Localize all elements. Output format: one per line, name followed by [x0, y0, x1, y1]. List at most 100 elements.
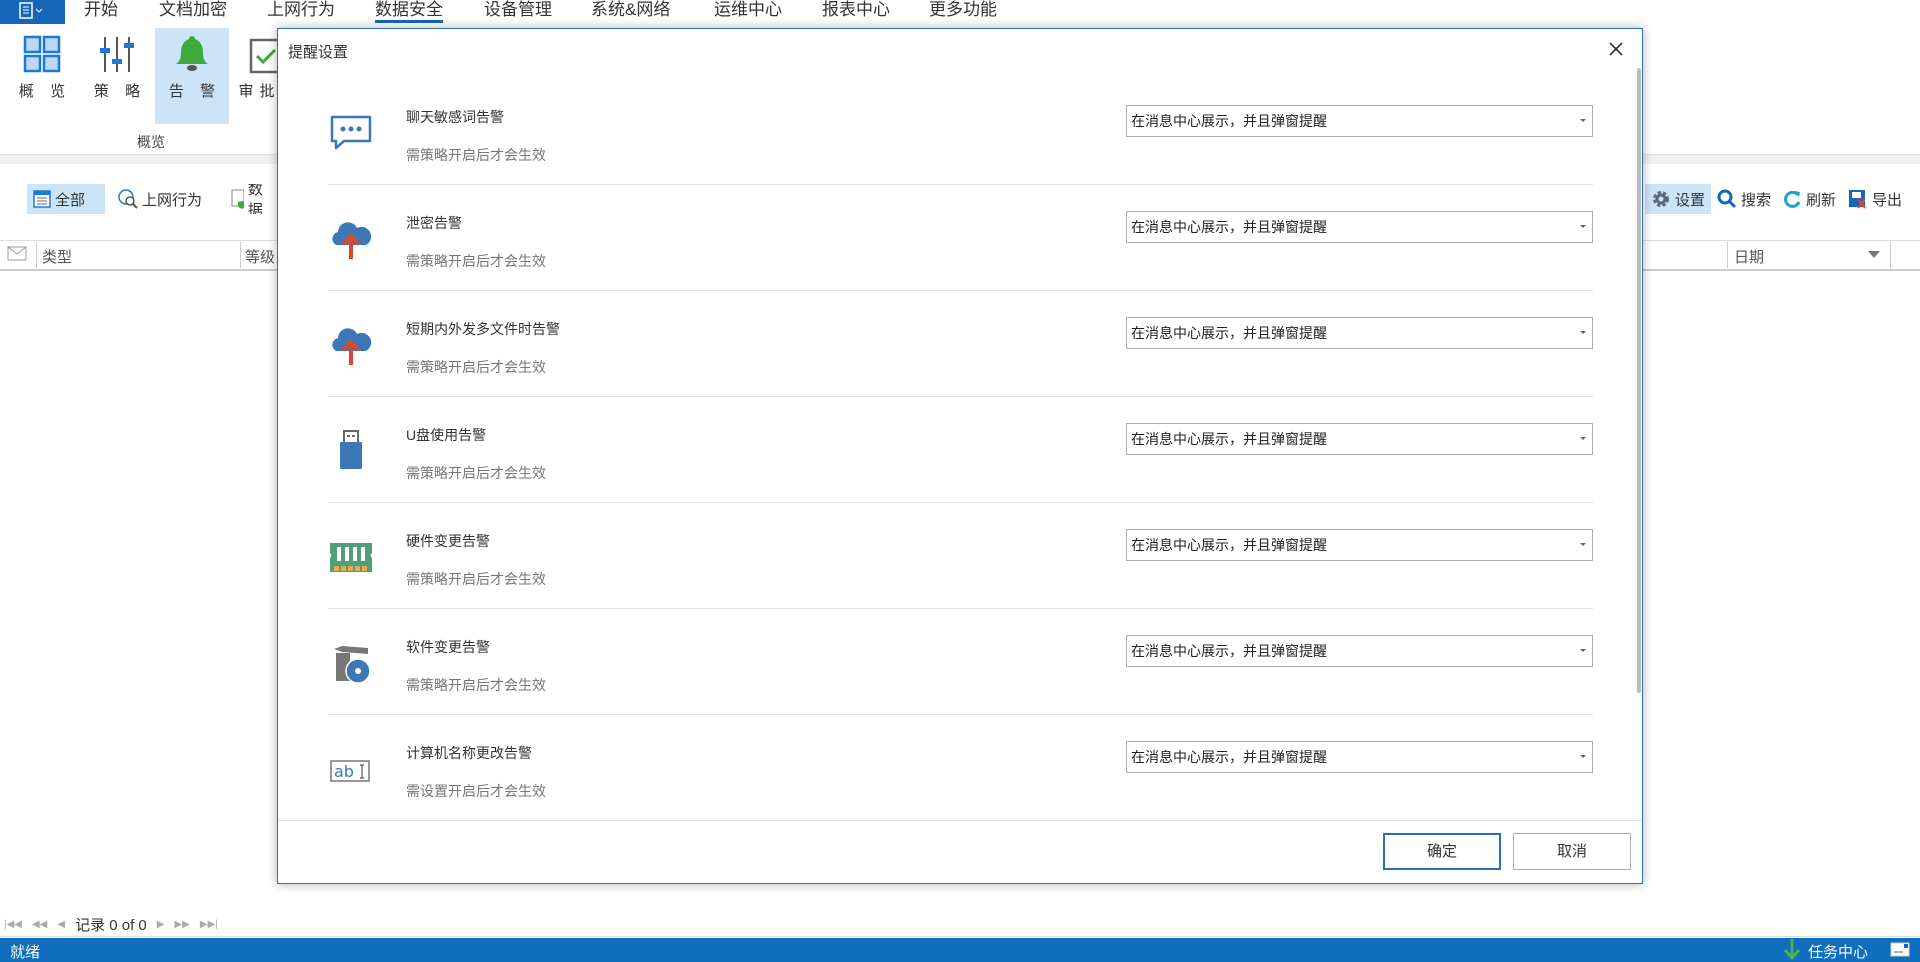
- ribbon-alert-button[interactable]: 告 警: [155, 28, 229, 124]
- ribbon-overview-button[interactable]: 概 览: [5, 28, 79, 124]
- gear-icon: [1653, 191, 1669, 207]
- message-icon[interactable]: [1890, 942, 1910, 958]
- filter-data-label: 数据: [247, 184, 263, 214]
- alert-note: 需策略开启后才会生效: [406, 677, 546, 693]
- alert-note: 需策略开启后才会生效: [406, 359, 546, 375]
- chevron-down-icon: [1580, 755, 1586, 758]
- reminder-settings-dialog: 提醒设置 聊天敏感词告警 需策略开启后才会生效 在消息中心展示，并且弹窗提醒 泄…: [277, 28, 1643, 884]
- refresh-icon: [1784, 190, 1801, 208]
- menu-doc-encrypt[interactable]: 文档加密: [159, 0, 227, 20]
- settings-button[interactable]: 设置: [1645, 184, 1711, 214]
- column-date[interactable]: 日期: [1734, 246, 1764, 267]
- ribbon-group-label: 概览: [137, 134, 165, 150]
- menu-report-center[interactable]: 报表中心: [822, 0, 890, 20]
- menu-device-mgmt[interactable]: 设备管理: [484, 0, 552, 20]
- next-fast-icon[interactable]: ▶▶: [174, 919, 189, 930]
- alert-mode-value: 在消息中心展示，并且弹窗提醒: [1131, 431, 1327, 447]
- document-shield-icon: [231, 189, 244, 209]
- alert-mode-select[interactable]: 在消息中心展示，并且弹窗提醒: [1126, 211, 1593, 243]
- alert-title: 泄密告警: [406, 215, 462, 231]
- alert-title: U盘使用告警: [406, 427, 487, 443]
- column-level[interactable]: 等级: [245, 246, 275, 267]
- alert-note: 需策略开启后才会生效: [406, 147, 546, 163]
- menu-start[interactable]: 开始: [84, 0, 118, 20]
- export-button[interactable]: 导出: [1842, 184, 1908, 214]
- menu-data-security[interactable]: 数据安全: [375, 0, 443, 23]
- alert-row-software: 软件变更告警 需策略开启后才会生效 在消息中心展示，并且弹窗提醒: [328, 609, 1593, 715]
- close-icon[interactable]: [1608, 41, 1624, 57]
- status-text: 就绪: [10, 944, 41, 961]
- export-label: 导出: [1872, 191, 1903, 209]
- column-divider[interactable]: [36, 242, 37, 268]
- alert-mode-select[interactable]: 在消息中心展示，并且弹窗提醒: [1126, 105, 1593, 137]
- alert-mode-select[interactable]: 在消息中心展示，并且弹窗提醒: [1126, 317, 1593, 349]
- search-button[interactable]: 搜索: [1711, 184, 1777, 214]
- cancel-button[interactable]: 取消: [1513, 833, 1631, 870]
- alert-mode-select[interactable]: 在消息中心展示，并且弹窗提醒: [1126, 635, 1593, 667]
- ribbon-label: 策 略: [93, 83, 147, 100]
- dialog-title: 提醒设置: [288, 44, 349, 61]
- column-type[interactable]: 类型: [42, 246, 72, 267]
- chevron-down-icon: [1580, 437, 1586, 440]
- menu-ops-center[interactable]: 运维中心: [714, 0, 782, 20]
- alert-mode-value: 在消息中心展示，并且弹窗提醒: [1131, 325, 1327, 341]
- alert-mode-select[interactable]: 在消息中心展示，并且弹窗提醒: [1126, 741, 1593, 773]
- refresh-label: 刷新: [1806, 191, 1837, 209]
- task-center-link[interactable]: 任务中心: [1808, 941, 1868, 962]
- alert-row-chat: 聊天敏感词告警 需策略开启后才会生效 在消息中心展示，并且弹窗提醒: [328, 79, 1593, 185]
- alert-title: 硬件变更告警: [406, 533, 490, 549]
- prev-fast-icon[interactable]: ◀◀: [32, 919, 47, 930]
- column-divider[interactable]: [1890, 242, 1891, 268]
- usb-drive-icon: [340, 430, 362, 469]
- chevron-down-icon: [1580, 119, 1586, 122]
- cloud-upload-icon: [332, 222, 372, 259]
- mail-icon[interactable]: [7, 246, 27, 262]
- alert-mode-select[interactable]: 在消息中心展示，并且弹窗提醒: [1126, 423, 1593, 455]
- export-pdf-icon: [1849, 190, 1866, 209]
- sliders-icon: [100, 37, 134, 72]
- alert-mode-select[interactable]: 在消息中心展示，并且弹窗提醒: [1126, 529, 1593, 561]
- app-menu-icon: [19, 2, 43, 19]
- last-page-icon[interactable]: ▶▶|: [200, 919, 218, 930]
- menu-more[interactable]: 更多功能: [929, 0, 997, 20]
- download-arrow-icon: [1783, 939, 1801, 961]
- refresh-button[interactable]: 刷新: [1776, 184, 1842, 214]
- app-menu-button[interactable]: [0, 0, 65, 24]
- grid-icon: [23, 35, 61, 73]
- bell-icon: [176, 36, 208, 71]
- filter-all-label: 全部: [55, 191, 86, 209]
- first-page-icon[interactable]: |◀◀: [4, 919, 22, 930]
- alert-title: 软件变更告警: [406, 639, 490, 655]
- filter-data-button[interactable]: 数据: [224, 184, 277, 214]
- alert-row-bulk-send: 短期内外发多文件时告警 需策略开启后才会生效 在消息中心展示，并且弹窗提醒: [328, 291, 1593, 397]
- menu-system-network[interactable]: 系统&网络: [591, 0, 670, 20]
- filter-web-button[interactable]: 上网行为: [112, 184, 208, 214]
- alert-note: 需策略开启后才会生效: [406, 253, 546, 269]
- chevron-down-icon: [1580, 649, 1586, 652]
- ribbon-label: 告 警: [168, 83, 222, 100]
- column-date-dropdown-icon[interactable]: [1868, 251, 1880, 258]
- alert-mode-value: 在消息中心展示，并且弹窗提醒: [1131, 113, 1327, 129]
- alert-mode-value: 在消息中心展示，并且弹窗提醒: [1131, 643, 1327, 659]
- rename-text-icon: ab: [330, 760, 370, 782]
- ribbon-policy-button[interactable]: 策 略: [80, 28, 154, 124]
- next-page-icon[interactable]: ▶: [157, 919, 165, 930]
- alert-row-rename: ab 计算机名称更改告警 需设置开启后才会生效 在消息中心展示，并且弹窗提醒: [328, 715, 1593, 819]
- alert-mode-value: 在消息中心展示，并且弹窗提醒: [1131, 537, 1327, 553]
- search-label: 搜索: [1741, 191, 1772, 209]
- column-divider[interactable]: [1727, 242, 1728, 268]
- alert-title: 短期内外发多文件时告警: [406, 321, 560, 337]
- filter-all-button[interactable]: 全部: [27, 184, 105, 214]
- alert-title: 聊天敏感词告警: [406, 109, 504, 125]
- prev-page-icon[interactable]: ◀: [57, 919, 65, 930]
- ok-button[interactable]: 确定: [1383, 833, 1501, 870]
- chevron-down-icon: [1580, 225, 1586, 228]
- pager-text: 记录 0 of 0: [75, 916, 147, 934]
- alert-note: 需策略开启后才会生效: [406, 465, 546, 481]
- column-divider[interactable]: [240, 242, 241, 268]
- software-box-icon: [334, 646, 371, 684]
- alert-row-usb: U盘使用告警 需策略开启后才会生效 在消息中心展示，并且弹窗提醒: [328, 397, 1593, 503]
- alert-note: 需策略开启后才会生效: [406, 571, 546, 587]
- menu-web-behavior[interactable]: 上网行为: [267, 0, 335, 20]
- cloud-upload-icon: [332, 328, 372, 365]
